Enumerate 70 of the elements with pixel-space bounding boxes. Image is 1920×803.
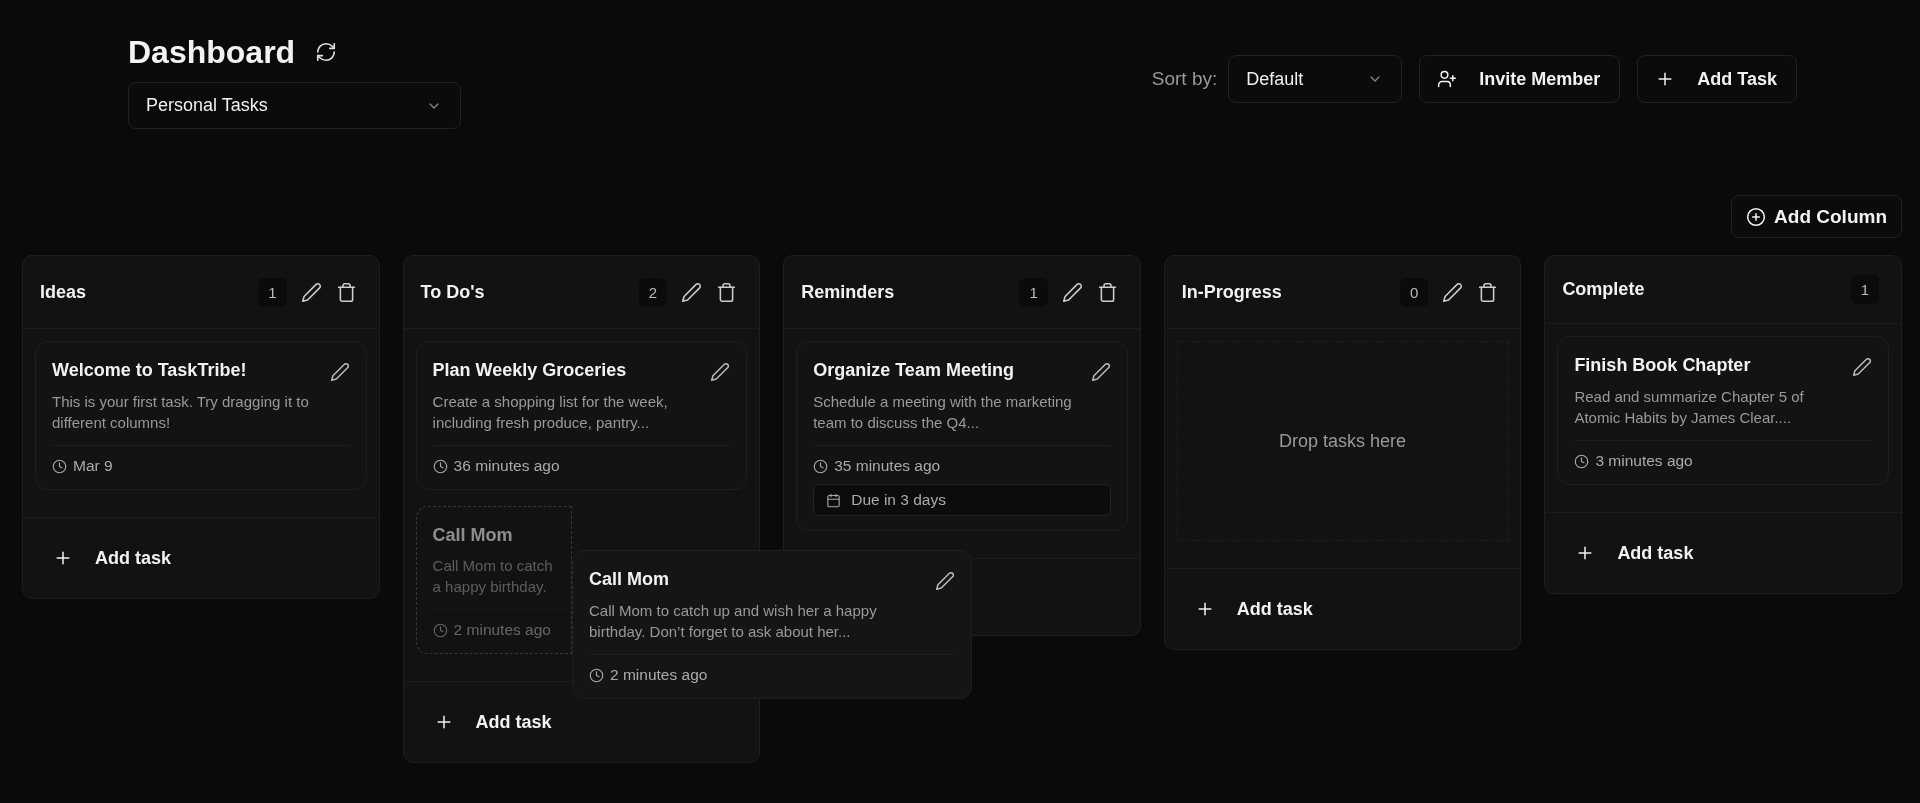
count-badge: 1 xyxy=(258,277,287,307)
card-description: Create a shopping list for the week, including fresh produce, pantry... xyxy=(432,392,669,433)
card-time: 2 minutes ago xyxy=(453,621,551,639)
add-task-button[interactable]: Add task xyxy=(425,702,560,742)
clock-icon xyxy=(432,622,448,638)
card-description: This is your first task. Try dragging it to different columns! xyxy=(52,392,310,433)
card-title: Plan Weekly Groceries xyxy=(432,360,627,381)
add-task-button[interactable]: Add task xyxy=(1186,589,1321,629)
edit-icon[interactable] xyxy=(1442,281,1464,303)
delete-icon[interactable] xyxy=(1096,281,1118,303)
clock-icon xyxy=(813,458,829,474)
column-title: In-Progress xyxy=(1181,281,1283,303)
dragged-task-card[interactable]: Call Mom Call Mom to catch up and wish her a happy birthday. Don’t forget to ask about her... 2 minutes ago xyxy=(572,550,972,699)
add-task-button[interactable]: Add Task xyxy=(1637,55,1797,103)
calendar-icon xyxy=(826,492,842,508)
card-description: Read and summarize Chapter 5 of Atomic Habits by James Clear.... xyxy=(1574,387,1805,428)
delete-icon[interactable] xyxy=(335,281,357,303)
count-badge: 1 xyxy=(1019,277,1048,307)
sort-label: Sort by: xyxy=(1151,68,1218,90)
invite-member-button[interactable]: Invite Member xyxy=(1419,55,1621,103)
edit-icon[interactable] xyxy=(329,362,350,382)
edit-icon[interactable] xyxy=(681,281,703,303)
card-time: Mar 9 xyxy=(73,457,113,475)
task-card[interactable]: Finish Book Chapter Read and summarize Chapter 5 of Atomic Habits by James Clear.... 3 minutes ago xyxy=(1557,336,1889,485)
user-plus-icon xyxy=(1437,69,1458,89)
edit-icon[interactable] xyxy=(710,362,731,382)
add-column-button[interactable]: Add Column xyxy=(1731,195,1902,238)
task-card[interactable]: Plan Weekly Groceries Create a shopping list for the week, including fresh produce, pantry... 36 minutes ago xyxy=(415,341,748,490)
page-title: Dashboard xyxy=(128,33,296,71)
task-card[interactable]: Organize Team Meeting Schedule a meeting with the marketing team to discuss the Q4... 35 minutes ago Due in 3 days xyxy=(796,341,1128,531)
card-description: Schedule a meeting with the marketing team to discuss the Q4... xyxy=(813,392,1073,433)
edit-icon[interactable] xyxy=(935,571,955,591)
count-badge: 2 xyxy=(638,277,668,307)
card-title: Call Mom xyxy=(432,525,513,546)
clock-icon xyxy=(432,458,448,474)
card-time: 36 minutes ago xyxy=(453,457,560,475)
edit-icon[interactable] xyxy=(1061,281,1083,303)
edit-icon[interactable] xyxy=(300,281,322,303)
column-title: To Do's xyxy=(420,281,486,303)
card-description: Call Mom to catch a happy birthday. xyxy=(432,556,553,597)
edit-icon[interactable] xyxy=(1090,362,1111,382)
sort-dropdown[interactable]: Default xyxy=(1228,55,1403,103)
edit-icon[interactable] xyxy=(1851,357,1872,377)
clock-icon xyxy=(1574,453,1590,469)
board-dropdown[interactable]: Personal Tasks xyxy=(128,82,461,129)
column-title: Reminders xyxy=(801,281,896,303)
count-badge: 0 xyxy=(1400,277,1429,307)
refresh-icon[interactable] xyxy=(315,41,338,63)
delete-icon[interactable] xyxy=(716,281,738,303)
card-description: Call Mom to catch up and wish her a happy birthday. Don’t forget to ask about her... xyxy=(589,601,878,642)
card-title: Welcome to TaskTribe! xyxy=(52,360,247,381)
card-time: 3 minutes ago xyxy=(1595,452,1693,470)
column-title: Complete xyxy=(1562,279,1646,300)
delete-icon[interactable] xyxy=(1477,281,1499,303)
count-badge: 1 xyxy=(1850,275,1879,304)
card-time: 2 minutes ago xyxy=(610,666,708,684)
add-task-button[interactable]: Add task xyxy=(1567,533,1702,573)
clock-icon xyxy=(589,667,604,683)
card-title: Organize Team Meeting xyxy=(813,360,1014,381)
add-task-button[interactable]: Add task xyxy=(45,538,180,578)
task-card[interactable]: Welcome to TaskTribe! This is your first task. Try dragging it to different columns! Mar 9 xyxy=(35,341,367,490)
drop-zone: Drop tasks here xyxy=(1176,341,1509,541)
plus-circle-icon xyxy=(1746,206,1767,227)
card-title: Call Mom xyxy=(589,569,669,590)
column-title: Ideas xyxy=(40,281,88,303)
due-text: Due in 3 days xyxy=(851,491,946,509)
card-time: 35 minutes ago xyxy=(834,457,941,475)
dragged-card-placeholder[interactable]: Call Mom Call Mom to catch a happy birthday. 2 minutes ago xyxy=(415,506,572,654)
card-title: Finish Book Chapter xyxy=(1574,355,1751,376)
clock-icon xyxy=(52,458,67,474)
